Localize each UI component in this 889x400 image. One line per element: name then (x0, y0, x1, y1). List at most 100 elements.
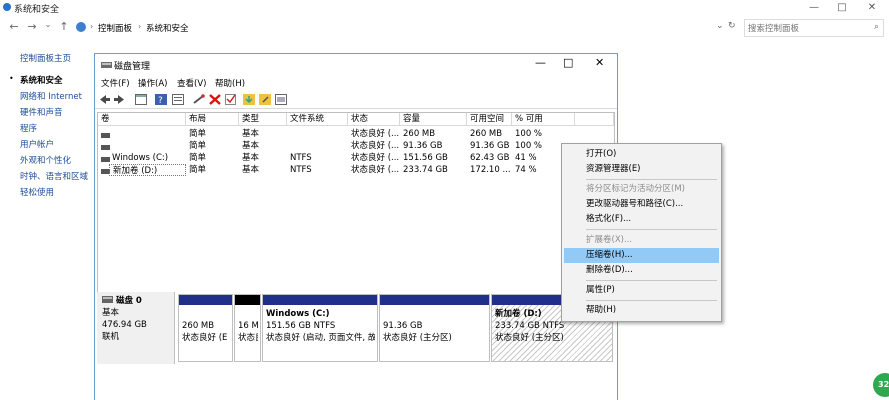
search-input[interactable] (748, 22, 866, 35)
minimize-button[interactable]: — (800, 0, 828, 16)
dm-minimize-button[interactable]: — (535, 56, 546, 69)
connect-icon[interactable] (193, 94, 205, 105)
cell-capacity: 233.74 GB (403, 165, 448, 175)
help-icon[interactable]: ? (155, 94, 167, 106)
cell-capacity: 151.56 GB (403, 153, 448, 163)
svg-text:?: ? (158, 96, 163, 105)
refresh-icon[interactable]: ↻ (728, 21, 736, 31)
nav-home[interactable]: 控制面板主页 (20, 52, 71, 64)
check-icon[interactable] (225, 94, 237, 105)
address-dropdown-icon[interactable]: ⌄ (716, 21, 724, 31)
search-icon[interactable]: ⌕ (874, 22, 879, 32)
address-bar: ← → ⌄ ↑ › 控制面板 › 系统和安全 ⌄ ↻ ⌕ (0, 18, 889, 38)
breadcrumb-separator-icon: › (90, 22, 94, 31)
menu-item-open[interactable]: 打开(O) (564, 147, 719, 162)
column-header-blank (575, 113, 614, 126)
dm-close-button[interactable]: ✕ (595, 56, 604, 69)
column-header-layout[interactable]: 布局 (186, 113, 239, 126)
properties-view-icon[interactable] (172, 94, 184, 105)
column-header-percent-free[interactable]: % 可用 (512, 113, 575, 126)
disk-0-header[interactable]: 磁盘 0 基本 476.94 GB 联机 (97, 292, 175, 364)
menu-help[interactable]: 帮助(H) (215, 77, 245, 89)
dm-titlebar: 磁盘管理 — □ ✕ (95, 54, 617, 75)
nav-ease-of-access[interactable]: 轻松使用 (20, 186, 54, 198)
table-row[interactable]: 简单 基本 状态良好 (... 91.36 GB 91.36 GB 100 % (98, 140, 614, 152)
dm-maximize-button[interactable]: □ (563, 56, 573, 69)
menu-action[interactable]: 操作(A) (138, 77, 167, 89)
cell-percent-free: 100 % (515, 129, 543, 139)
breadcrumb-system-security[interactable]: 系统和安全 (146, 22, 189, 34)
menu-separator (586, 280, 717, 281)
table-row[interactable]: 简单 基本 状态良好 (... 260 MB 260 MB 100 % (98, 128, 614, 140)
disk-type: 基本 (102, 308, 120, 318)
disk-graphical-view: 磁盘 0 基本 476.94 GB 联机 260 MB 状态良好 (E 16 M… (97, 292, 615, 400)
settings-list-icon[interactable] (275, 94, 287, 105)
menu-item-properties[interactable]: 属性(P) (564, 283, 719, 298)
column-header-type[interactable]: 类型 (239, 113, 287, 126)
nav-system-security[interactable]: 系统和安全 (20, 74, 63, 86)
column-header-free-space[interactable]: 可用空间 (467, 113, 512, 126)
cell-capacity: 91.36 GB (403, 141, 443, 151)
disk-management-window: 磁盘管理 — □ ✕ 文件(F) 操作(A) 查看(V) 帮助(H) ? 卷 布… (94, 53, 618, 400)
breadcrumb-control-panel[interactable]: 控制面板 (98, 22, 132, 34)
menu-view[interactable]: 查看(V) (177, 77, 206, 89)
search-box[interactable]: ⌕ (744, 19, 884, 37)
cell-type: 基本 (242, 165, 260, 175)
disk-icon (102, 296, 113, 306)
partition-unlabeled[interactable]: 91.36 GB 状态良好 (主分区) (379, 294, 490, 362)
nav-clock-region[interactable]: 时钟、语言和区域 (20, 170, 88, 182)
cell-status: 状态良好 (... (351, 165, 400, 175)
cell-free-space: 62.43 GB (470, 153, 510, 163)
partition-efi[interactable]: 260 MB 状态良好 (E (178, 294, 233, 362)
menu-item-shrink-volume[interactable]: 压缩卷(H)... (564, 248, 719, 263)
partition-bar (380, 295, 489, 305)
column-header-capacity[interactable]: 容量 (400, 113, 467, 126)
column-header-status[interactable]: 状态 (348, 113, 400, 126)
column-header-filesystem[interactable]: 文件系统 (287, 113, 348, 126)
disk-size: 476.94 GB (102, 320, 147, 330)
corner-badge[interactable]: 32 (873, 373, 889, 397)
column-header-volume[interactable]: 卷 (98, 113, 186, 126)
nav-programs[interactable]: 程序 (20, 122, 37, 134)
nav-user-accounts[interactable]: 用户帐户 (20, 138, 54, 150)
partition-windows-c[interactable]: Windows (C:) 151.56 GB NTFS 状态良好 (启动, 页面… (262, 294, 378, 362)
menu-item-change-drive-letter[interactable]: 更改驱动器号和路径(C)... (564, 197, 719, 212)
forward-arrow-icon[interactable] (113, 94, 125, 105)
forward-icon[interactable]: → (26, 20, 38, 33)
address-field[interactable]: › 控制面板 › 系统和安全 ⌄ ↻ (72, 19, 740, 37)
maximize-button[interactable]: □ (828, 0, 856, 16)
export-icon[interactable] (259, 94, 271, 105)
menu-item-format[interactable]: 格式化(F)... (564, 212, 719, 227)
active-nav-bullet-icon: • (9, 74, 14, 83)
partition-msr[interactable]: 16 M 状态良 (234, 294, 261, 362)
up-icon[interactable]: ↑ (58, 20, 70, 33)
back-arrow-icon[interactable] (99, 94, 111, 105)
partition-bar (235, 295, 260, 305)
dm-title: 磁盘管理 (114, 62, 151, 72)
window-title: 系统和安全 (14, 5, 60, 15)
cell-free-space: 172.10 ... (470, 165, 511, 175)
delete-icon[interactable] (209, 94, 221, 105)
back-icon[interactable]: ← (8, 20, 20, 33)
menu-item-explorer[interactable]: 资源管理器(E) (564, 162, 719, 177)
nav-network[interactable]: 网络和 Internet (20, 90, 82, 102)
close-button[interactable]: ✕ (858, 0, 886, 16)
table-row[interactable]: 新加卷 (D:) 简单 基本 NTFS 状态良好 (... 233.74 GB … (98, 164, 614, 176)
console-tree-icon[interactable] (135, 94, 147, 105)
menu-item-help[interactable]: 帮助(H) (564, 303, 719, 318)
import-icon[interactable] (243, 94, 255, 105)
nav-appearance[interactable]: 外观和个性化 (20, 154, 71, 166)
cell-percent-free: 74 % (515, 165, 537, 175)
menu-separator (586, 179, 717, 180)
breadcrumb-separator-icon: › (138, 22, 142, 31)
recent-dropdown-icon[interactable]: ⌄ (42, 20, 54, 29)
table-row[interactable]: Windows (C:) 简单 基本 NTFS 状态良好 (... 151.56… (98, 152, 614, 164)
cell-percent-free: 41 % (515, 153, 537, 163)
cell-type: 基本 (242, 153, 260, 163)
context-menu: 打开(O) 资源管理器(E) 将分区标记为活动分区(M) 更改驱动器号和路径(C… (561, 143, 722, 322)
cell-layout: 简单 (189, 165, 207, 175)
menu-separator (586, 229, 717, 230)
menu-file[interactable]: 文件(F) (101, 77, 130, 89)
menu-item-delete-volume[interactable]: 删除卷(D)... (564, 263, 719, 278)
nav-hardware-sound[interactable]: 硬件和声音 (20, 106, 63, 118)
